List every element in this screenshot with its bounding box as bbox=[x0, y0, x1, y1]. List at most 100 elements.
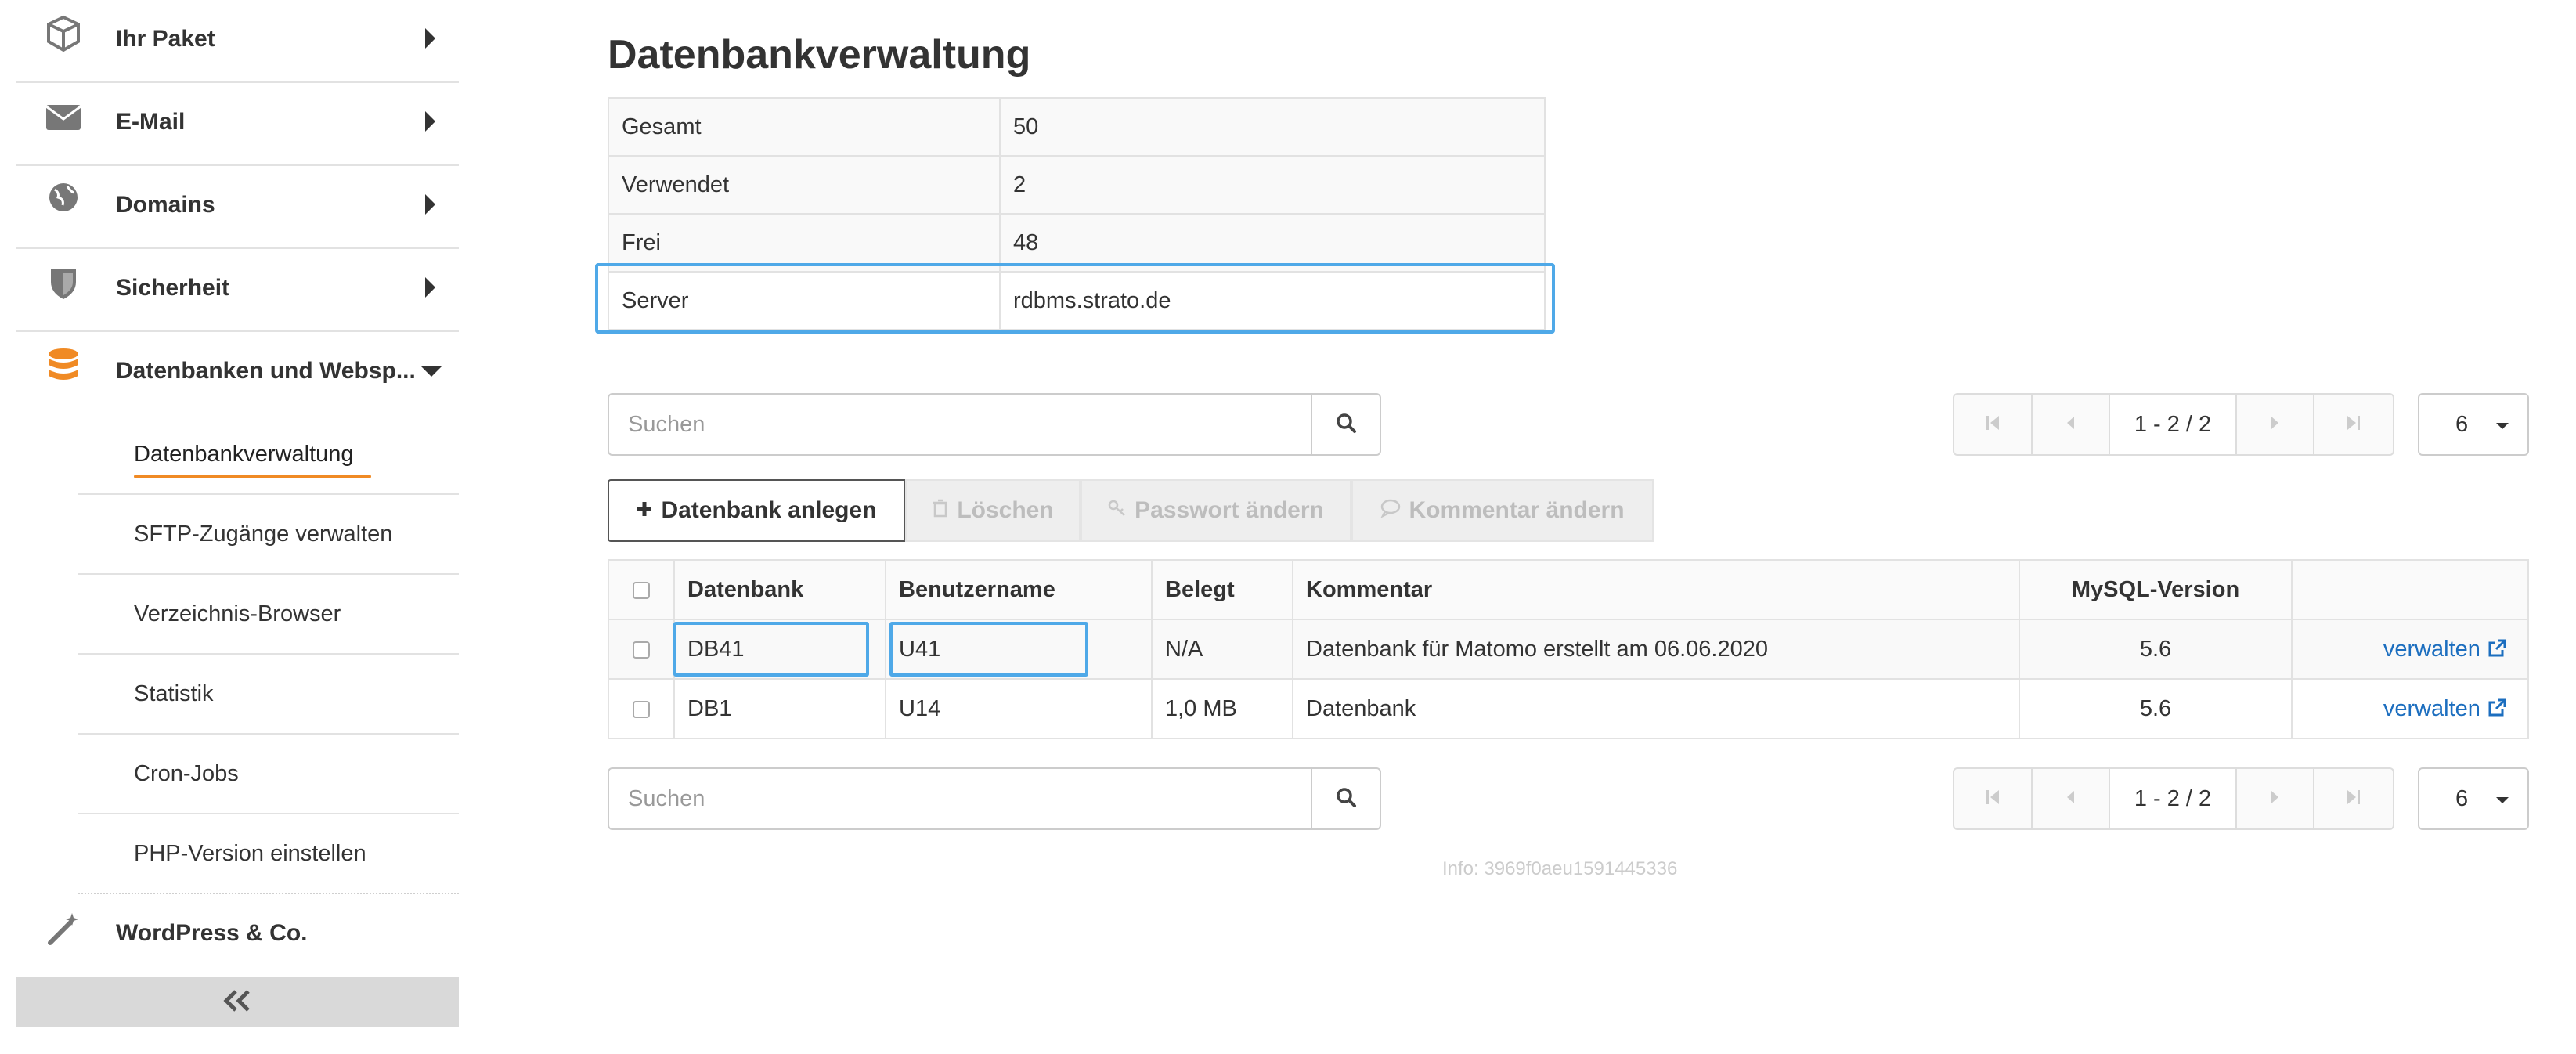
sidebar-item-label: Domains bbox=[116, 192, 215, 218]
search-input[interactable]: Suchen bbox=[609, 769, 1311, 828]
pagination-top: 1 - 2 / 2 bbox=[1953, 393, 2394, 456]
action-toolbar: Datenbank anlegen Löschen Passwort änder… bbox=[608, 479, 1654, 542]
sidebar-item-label: Datenbanken und Websp... bbox=[116, 358, 416, 384]
table-row: DB1 U14 1,0 MB Datenbank 5.6 verwalten bbox=[608, 678, 2529, 739]
sidebar-item-wordpress[interactable]: WordPress & Co. bbox=[16, 894, 459, 977]
search-button[interactable] bbox=[1311, 769, 1380, 828]
create-database-button[interactable]: Datenbank anlegen bbox=[608, 479, 905, 542]
used-space: 1,0 MB bbox=[1151, 678, 1293, 739]
search-button[interactable] bbox=[1311, 395, 1380, 454]
sidebar-item-label: WordPress & Co. bbox=[116, 920, 308, 946]
external-link-icon bbox=[2487, 637, 2507, 662]
quota-row: Verwendet 2 bbox=[608, 155, 1546, 215]
sidebar: Ihr Paket E-Mail Domains Sicherheit Date… bbox=[16, 0, 459, 1054]
footer-info: Info: 3969f0aeu1591445336 bbox=[1442, 858, 1678, 879]
quota-value: 50 bbox=[999, 97, 1546, 157]
next-page-icon bbox=[2270, 789, 2281, 810]
column-header-kommentar[interactable]: Kommentar bbox=[1292, 559, 2020, 620]
sidebar-item-datenbanken[interactable]: Datenbanken und Websp... bbox=[16, 332, 459, 415]
username-highlight-box bbox=[889, 622, 1088, 677]
sidebar-subitem-label: Statistik bbox=[134, 681, 214, 706]
sidebar-subitem-datenbankverwaltung[interactable]: Datenbankverwaltung bbox=[78, 415, 459, 495]
sidebar-subitem-label: Datenbankverwaltung bbox=[134, 442, 354, 467]
per-page-value: 6 bbox=[2455, 785, 2469, 811]
manage-label: verwalten bbox=[2383, 636, 2480, 662]
package-icon bbox=[44, 14, 83, 53]
sidebar-item-email[interactable]: E-Mail bbox=[16, 83, 459, 166]
caret-right-icon bbox=[425, 28, 435, 49]
row-checkbox[interactable] bbox=[633, 700, 650, 718]
page-info: 1 - 2 / 2 bbox=[2110, 769, 2237, 828]
next-page-button[interactable] bbox=[2237, 395, 2315, 454]
sidebar-item-label: Ihr Paket bbox=[116, 26, 215, 52]
quota-value: 2 bbox=[999, 155, 1546, 215]
per-page-select[interactable]: 6 bbox=[2418, 767, 2529, 830]
manage-cell: verwalten bbox=[2291, 678, 2529, 739]
last-page-button[interactable] bbox=[2314, 395, 2393, 454]
sidebar-subitem-statistik[interactable]: Statistik bbox=[78, 655, 459, 735]
shield-icon bbox=[44, 263, 83, 302]
select-all-checkbox[interactable] bbox=[633, 581, 650, 599]
mysql-version: 5.6 bbox=[2019, 619, 2293, 680]
sidebar-item-label: E-Mail bbox=[116, 109, 186, 135]
sidebar-subnav: Datenbankverwaltung SFTP-Zugänge verwalt… bbox=[78, 415, 459, 894]
manage-link[interactable]: verwalten bbox=[2383, 637, 2507, 662]
sidebar-item-sicherheit[interactable]: Sicherheit bbox=[16, 249, 459, 332]
first-page-button[interactable] bbox=[1954, 769, 2033, 828]
key-icon bbox=[1108, 497, 1127, 524]
mysql-version: 5.6 bbox=[2019, 678, 2293, 739]
prev-page-button[interactable] bbox=[2033, 395, 2111, 454]
last-page-button[interactable] bbox=[2314, 769, 2393, 828]
change-comment-label: Kommentar ändern bbox=[1409, 497, 1625, 523]
next-page-icon bbox=[2270, 414, 2281, 435]
first-page-icon bbox=[1985, 789, 2001, 810]
active-underline bbox=[134, 475, 371, 478]
search-icon bbox=[1335, 786, 1357, 812]
row-select-cell bbox=[608, 678, 675, 739]
sidebar-item-label: Sicherheit bbox=[116, 275, 230, 301]
double-chevron-left-icon bbox=[223, 989, 251, 1016]
delete-label: Löschen bbox=[957, 497, 1054, 523]
next-page-button[interactable] bbox=[2237, 769, 2315, 828]
sidebar-subitem-sftp[interactable]: SFTP-Zugänge verwalten bbox=[78, 495, 459, 575]
row-select-cell bbox=[608, 619, 675, 680]
pagination-bottom: 1 - 2 / 2 bbox=[1953, 767, 2394, 830]
database-name: DB1 bbox=[673, 678, 886, 739]
page-info: 1 - 2 / 2 bbox=[2110, 395, 2237, 454]
sidebar-collapse-button[interactable] bbox=[16, 977, 459, 1027]
database-icon bbox=[44, 346, 83, 385]
sidebar-subitem-php-version[interactable]: PHP-Version einstellen bbox=[78, 814, 459, 894]
delete-button[interactable]: Löschen bbox=[905, 479, 1081, 542]
row-checkbox[interactable] bbox=[633, 641, 650, 659]
manage-label: verwalten bbox=[2383, 695, 2480, 721]
caret-right-icon bbox=[425, 111, 435, 132]
sidebar-subitem-verzeichnis-browser[interactable]: Verzeichnis-Browser bbox=[78, 575, 459, 655]
chevron-down-icon bbox=[2496, 797, 2509, 803]
last-page-icon bbox=[2346, 789, 2361, 810]
column-header-datenbank[interactable]: Datenbank bbox=[673, 559, 886, 620]
prev-page-icon bbox=[2065, 414, 2076, 435]
change-password-label: Passwort ändern bbox=[1135, 497, 1324, 523]
caret-right-icon bbox=[425, 194, 435, 215]
search-bar-bottom: Suchen bbox=[608, 767, 1381, 830]
quota-key: Gesamt bbox=[608, 97, 1001, 157]
change-password-button[interactable]: Passwort ändern bbox=[1081, 479, 1351, 542]
select-all-cell bbox=[608, 559, 675, 620]
first-page-button[interactable] bbox=[1954, 395, 2033, 454]
globe-icon bbox=[44, 180, 83, 219]
manage-cell: verwalten bbox=[2291, 619, 2529, 680]
per-page-select[interactable]: 6 bbox=[2418, 393, 2529, 456]
sidebar-item-ihr-paket[interactable]: Ihr Paket bbox=[16, 0, 459, 83]
sidebar-item-domains[interactable]: Domains bbox=[16, 166, 459, 249]
column-header-benutzername[interactable]: Benutzername bbox=[885, 559, 1153, 620]
search-bar-top: Suchen bbox=[608, 393, 1381, 456]
manage-link[interactable]: verwalten bbox=[2383, 696, 2507, 721]
column-header-belegt[interactable]: Belegt bbox=[1151, 559, 1293, 620]
search-input[interactable]: Suchen bbox=[609, 395, 1311, 454]
table-header-row: Datenbank Benutzername Belegt Kommentar … bbox=[608, 559, 2529, 620]
sidebar-subitem-cron-jobs[interactable]: Cron-Jobs bbox=[78, 735, 459, 814]
page-title: Datenbankverwaltung bbox=[608, 32, 1031, 78]
prev-page-button[interactable] bbox=[2033, 769, 2111, 828]
change-comment-button[interactable]: Kommentar ändern bbox=[1351, 479, 1654, 542]
column-header-mysql-version[interactable]: MySQL-Version bbox=[2019, 559, 2293, 620]
